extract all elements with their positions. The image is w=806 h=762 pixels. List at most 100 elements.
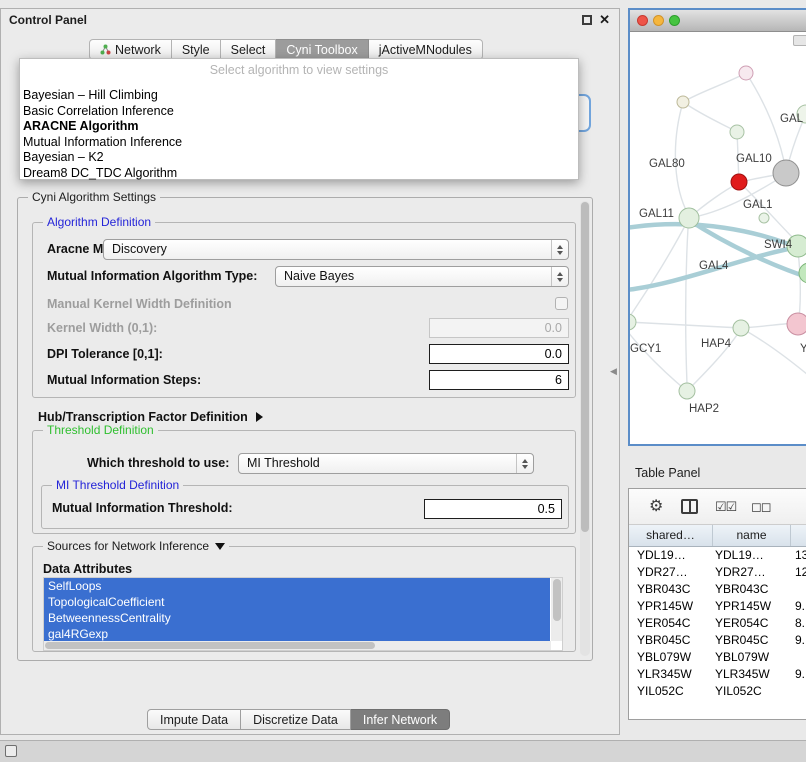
- float-window-icon[interactable]: [582, 15, 592, 25]
- network-node-label: SWI4: [764, 239, 793, 251]
- tab-style[interactable]: Style: [172, 39, 221, 60]
- table-cell: YDL19…: [629, 547, 713, 564]
- column-header-shared-name[interactable]: shared…: [629, 525, 713, 546]
- zoom-traffic-light[interactable]: [669, 15, 680, 26]
- tab-select[interactable]: Select: [221, 39, 277, 60]
- mi-algorithm-type-select[interactable]: Naive Bayes: [275, 266, 569, 287]
- splitter-collapse-icon[interactable]: ◀: [610, 366, 617, 377]
- hub-transcription-factor-section[interactable]: Hub/Transcription Factor Definition: [38, 410, 263, 424]
- control-panel-window: Control Panel ✕ Network Style Select Cyn…: [0, 8, 620, 735]
- column-header-name[interactable]: name: [713, 525, 791, 546]
- algorithm-dropdown-popup: Select algorithm to view settings Bayesi…: [19, 58, 579, 180]
- tab-network[interactable]: Network: [89, 39, 172, 60]
- table-row[interactable]: YBR045CYBR045C9.: [629, 632, 806, 649]
- network-node[interactable]: [630, 314, 636, 330]
- algorithm-option[interactable]: Bayesian – Hill Climbing: [20, 88, 578, 104]
- minimized-panel-icon[interactable]: [5, 745, 17, 757]
- cyni-algorithm-settings-group: Cyni Algorithm Settings Algorithm Defini…: [17, 197, 593, 661]
- network-node[interactable]: [730, 125, 744, 139]
- minimize-traffic-light[interactable]: [653, 15, 664, 26]
- list-item[interactable]: BetweennessCentrality: [44, 610, 550, 626]
- table-row[interactable]: YBR043CYBR043C: [629, 581, 806, 598]
- deselect-all-columns-icon[interactable]: ◻◻: [751, 499, 771, 515]
- network-node[interactable]: [679, 208, 699, 228]
- kernel-width-input[interactable]: [429, 318, 569, 338]
- algorithm-option[interactable]: Dream8 DC_TDC Algorithm: [20, 166, 578, 182]
- network-node[interactable]: [739, 66, 753, 80]
- algorithm-option-selected[interactable]: ARACNE Algorithm: [20, 119, 578, 135]
- control-panel-tabs: Network Style Select Cyni Toolbox jActiv…: [89, 39, 483, 60]
- tab-cyni-toolbox[interactable]: Cyni Toolbox: [276, 39, 368, 60]
- settings-scrollbar[interactable]: [580, 201, 590, 656]
- table-row[interactable]: YPR145WYPR145W9.: [629, 598, 806, 615]
- expand-right-icon[interactable]: [256, 412, 263, 422]
- tab-infer-network[interactable]: Infer Network: [351, 709, 450, 730]
- network-node-label: GAL80: [649, 158, 685, 170]
- table-row[interactable]: YBL079WYBL079W: [629, 649, 806, 666]
- scrollbar-nub[interactable]: [793, 35, 806, 46]
- list-vertical-scrollbar[interactable]: [551, 578, 562, 641]
- table-cell: YPR145W: [713, 598, 791, 615]
- list-horizontal-scrollbar[interactable]: [44, 641, 551, 650]
- scrollbar-thumb[interactable]: [45, 642, 375, 649]
- scrollbar-thumb[interactable]: [553, 579, 561, 621]
- table-row[interactable]: YDL19…YDL19…13: [629, 547, 806, 564]
- aracne-mode-select[interactable]: Discovery: [103, 239, 569, 260]
- network-node[interactable]: [731, 174, 747, 190]
- gear-icon[interactable]: ⚙: [649, 496, 663, 516]
- table-cell: [791, 581, 806, 598]
- combo-stepper-icon: [551, 240, 568, 259]
- close-traffic-light[interactable]: [637, 15, 648, 26]
- network-node[interactable]: [733, 320, 749, 336]
- network-node[interactable]: [787, 313, 806, 335]
- table-cell: [791, 683, 806, 700]
- columns-icon[interactable]: [681, 499, 698, 514]
- table-toolbar: ⚙ ☑☑ ◻◻: [629, 489, 806, 525]
- manual-kernel-width-checkbox[interactable]: [555, 297, 568, 310]
- mi-threshold-input[interactable]: [424, 499, 562, 519]
- select-all-columns-icon[interactable]: ☑☑: [715, 499, 736, 515]
- network-node[interactable]: [677, 96, 689, 108]
- table-row[interactable]: YDR27…YDR27…12: [629, 564, 806, 581]
- tab-jactivemnodules[interactable]: jActiveMNodules: [369, 39, 483, 60]
- network-node[interactable]: [679, 383, 695, 399]
- table-cell: 13: [791, 547, 806, 564]
- collapse-down-icon[interactable]: [215, 543, 225, 550]
- list-item[interactable]: gal4RGexp: [44, 626, 550, 642]
- mi-steps-input[interactable]: [429, 370, 569, 390]
- table-cell: YDL19…: [713, 547, 791, 564]
- table-cell: 9.: [791, 598, 806, 615]
- network-node-label: HAP4: [701, 338, 732, 350]
- tab-discretize-data[interactable]: Discretize Data: [241, 709, 351, 730]
- list-item[interactable]: TopologicalCoefficient: [44, 594, 550, 610]
- sources-group-title[interactable]: Sources for Network Inference: [43, 539, 229, 553]
- algorithm-option[interactable]: Basic Correlation Inference: [20, 104, 578, 120]
- data-attributes-list[interactable]: SelfLoops TopologicalCoefficient Between…: [43, 577, 563, 651]
- table-row[interactable]: YIL052CYIL052C: [629, 683, 806, 700]
- table-row[interactable]: YLR345WYLR345W9.: [629, 666, 806, 683]
- network-node[interactable]: [759, 213, 769, 223]
- bottom-tab-bar: Impute Data Discretize Data Infer Networ…: [147, 709, 450, 730]
- algorithm-option[interactable]: Bayesian – K2: [20, 150, 578, 166]
- tab-label: Style: [182, 43, 210, 57]
- table-cell: 8.: [791, 615, 806, 632]
- dpi-tolerance-input[interactable]: [429, 344, 569, 364]
- network-window-titlebar[interactable]: [630, 10, 806, 32]
- algorithm-option[interactable]: Mutual Information Inference: [20, 135, 578, 151]
- network-graph[interactable]: GALGAL80GAL10GAL11GAL1SWI4GAL4GCY1HAP4YH…: [630, 32, 806, 444]
- network-edge: [683, 73, 746, 102]
- sources-group: Sources for Network Inference Data Attri…: [32, 546, 576, 652]
- table-cell: YLR345W: [629, 666, 713, 683]
- close-icon[interactable]: ✕: [599, 12, 610, 28]
- which-threshold-select[interactable]: MI Threshold: [238, 453, 534, 474]
- network-canvas[interactable]: GALGAL80GAL10GAL11GAL1SWI4GAL4GCY1HAP4YH…: [630, 32, 806, 444]
- which-threshold-value: MI Threshold: [247, 456, 320, 470]
- list-item[interactable]: SelfLoops: [44, 578, 550, 594]
- scrollbar-thumb[interactable]: [581, 202, 589, 532]
- column-header-extra[interactable]: [791, 525, 806, 546]
- table-row[interactable]: YER054CYER054C8.: [629, 615, 806, 632]
- network-node[interactable]: [773, 160, 799, 186]
- mi-algorithm-type-label: Mutual Information Algorithm Type:: [47, 266, 257, 287]
- tab-impute-data[interactable]: Impute Data: [147, 709, 241, 730]
- mi-threshold-label: Mutual Information Threshold:: [52, 498, 233, 519]
